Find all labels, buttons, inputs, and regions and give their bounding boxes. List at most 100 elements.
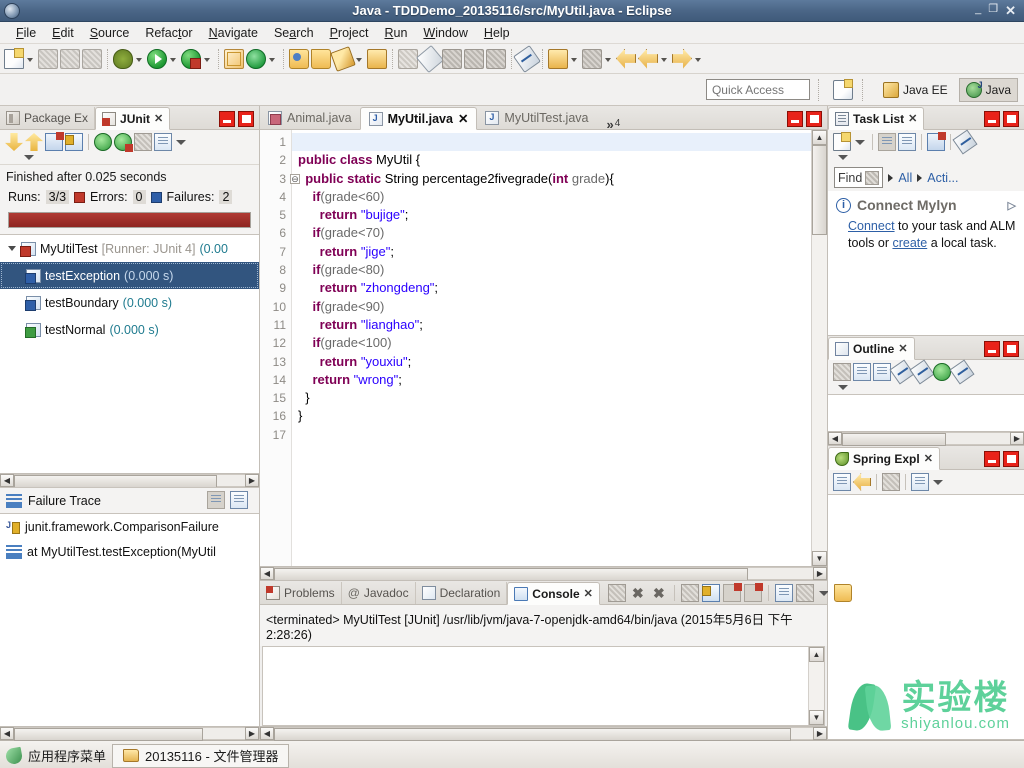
compare-result-icon[interactable]: [230, 490, 248, 509]
rerun-test-icon[interactable]: [94, 133, 112, 151]
create-link[interactable]: create: [892, 236, 927, 250]
forward-dropdown-arrow[interactable]: [693, 50, 702, 68]
spring-view-menu-chevron-down-icon[interactable]: [931, 475, 945, 489]
categorized-mode-icon[interactable]: [878, 133, 896, 151]
scroll-up-icon[interactable]: ▲: [809, 647, 824, 662]
console-vscrollbar[interactable]: ▲ ▼: [808, 647, 824, 725]
task-list-view-menu-chevron-down-icon[interactable]: [836, 150, 850, 164]
close-icon[interactable]: ✕: [154, 112, 163, 125]
junit-minimize-button[interactable]: [219, 111, 235, 127]
vscroll-thumb[interactable]: [812, 145, 827, 235]
close-icon[interactable]: ✕: [584, 587, 593, 600]
hscroll-track[interactable]: [14, 727, 245, 741]
remove-all-launches-icon[interactable]: ✖: [650, 584, 668, 602]
menu-file[interactable]: FFileile: [8, 24, 44, 42]
show-console-on-error-icon[interactable]: [743, 583, 763, 602]
annotation-dropdown-arrow[interactable]: [569, 50, 578, 68]
new-wizard-icon[interactable]: [4, 47, 24, 69]
outline-hscrollbar[interactable]: ◀ ▶: [828, 431, 1024, 446]
lock-scroll-icon[interactable]: [65, 133, 83, 151]
vscroll-track[interactable]: [809, 662, 824, 710]
menu-search[interactable]: Search: [266, 24, 322, 42]
filter-active[interactable]: Acti...: [927, 171, 958, 185]
tab-javadoc[interactable]: @ Javadoc: [342, 582, 416, 604]
editor-vscrollbar[interactable]: ▲ ▼: [811, 130, 827, 566]
green-dot-icon[interactable]: [933, 363, 951, 381]
previous-failure-icon[interactable]: [25, 133, 43, 151]
perspective-java[interactable]: Java: [958, 77, 1018, 102]
vscroll-track[interactable]: [812, 235, 827, 551]
spring-explorer-content[interactable]: [828, 494, 1024, 739]
scheduled-mode-icon[interactable]: [898, 133, 916, 151]
spring-minimize-button[interactable]: [984, 451, 1000, 467]
search-folder-icon[interactable]: [367, 48, 387, 69]
junit-view-menu-chevron-down-icon[interactable]: [22, 150, 36, 164]
scroll-left-icon[interactable]: ◀: [0, 727, 14, 740]
close-icon[interactable]: ✕: [908, 112, 917, 125]
new-task-dropdown-arrow[interactable]: [853, 135, 867, 149]
chevron-down-icon[interactable]: [6, 243, 17, 254]
hscroll-track[interactable]: [14, 474, 245, 488]
edit-icon[interactable]: [330, 45, 356, 72]
outline-minimize-button[interactable]: [984, 341, 1000, 357]
junit-test-tree[interactable]: MyUtilTest [Runner: JUnit 4] (0.00 testE…: [0, 234, 259, 473]
hscroll-track[interactable]: [274, 567, 813, 581]
quick-access-input[interactable]: [705, 79, 810, 100]
next-annotation-dropdown-arrow[interactable]: [603, 50, 612, 68]
scroll-down-icon[interactable]: ▼: [809, 710, 824, 725]
table-icon[interactable]: [464, 48, 484, 69]
console-hscrollbar[interactable]: ◀ ▶: [260, 726, 827, 741]
open-type-icon[interactable]: [289, 48, 309, 69]
taskbar-window-button[interactable]: 20135116 - 文件管理器: [112, 743, 290, 768]
junit-maximize-button[interactable]: [238, 111, 254, 127]
debug-dropdown-arrow[interactable]: [134, 50, 143, 68]
console-text-area[interactable]: [263, 647, 808, 725]
tab-problems[interactable]: Problems: [260, 582, 342, 604]
connect-link[interactable]: Connect: [848, 219, 895, 233]
show-failures-only-icon[interactable]: [45, 132, 64, 151]
scroll-down-icon[interactable]: ▼: [812, 551, 827, 566]
scroll-right-icon[interactable]: ▶: [245, 727, 259, 740]
back-dropdown-arrow[interactable]: [659, 50, 668, 68]
edit-dropdown-arrow[interactable]: [354, 50, 363, 68]
menu-source[interactable]: Source: [82, 24, 138, 42]
sort-icon[interactable]: [911, 473, 929, 491]
task-list-minimize-button[interactable]: [984, 111, 1000, 127]
scroll-left-icon[interactable]: ◀: [828, 432, 842, 445]
hscroll-thumb[interactable]: [14, 728, 204, 741]
app-menu-leaf-icon[interactable]: [4, 746, 24, 765]
refresh-icon[interactable]: [246, 48, 266, 69]
scroll-left-icon[interactable]: ◀: [260, 727, 274, 740]
tab-declaration[interactable]: Declaration: [416, 582, 508, 604]
tab-outline[interactable]: Outline ✕: [828, 337, 915, 360]
run-error-icon[interactable]: [181, 48, 201, 69]
code-editor[interactable]: 1 2 3 ⊖ 4 5 6 7 8 9 10 11 12 13 14 15 16…: [260, 130, 827, 566]
junit-toolbar-dropdown-arrow[interactable]: [174, 135, 188, 149]
rerun-failed-tests-icon[interactable]: [114, 133, 133, 152]
hscroll-track[interactable]: [274, 727, 813, 741]
menu-project[interactable]: Project: [322, 24, 377, 42]
scroll-right-icon[interactable]: ▶: [813, 727, 827, 740]
toggle-markers-icon[interactable]: [513, 44, 541, 73]
tree-row-test-boundary[interactable]: testBoundary (0.000 s): [0, 289, 259, 316]
failure-trace-hscrollbar[interactable]: ◀ ▶: [0, 726, 259, 741]
hscroll-thumb[interactable]: [842, 433, 947, 446]
hscroll-track[interactable]: [842, 432, 1010, 446]
next-failure-icon[interactable]: [5, 133, 23, 151]
minimize-button[interactable]: _: [975, 4, 981, 17]
hide-fields-icon[interactable]: [853, 363, 871, 381]
open-resource-icon[interactable]: [311, 48, 331, 69]
find-filter-icon[interactable]: [865, 170, 880, 185]
filter-stack-trace-icon[interactable]: [207, 490, 225, 509]
save-all-icon[interactable]: [60, 48, 80, 69]
menu-help[interactable]: Help: [476, 24, 518, 42]
scroll-lock-icon[interactable]: [701, 584, 720, 602]
failure-trace-row[interactable]: at MyUtilTest.testException(MyUtil: [0, 539, 259, 564]
sort-icon[interactable]: [873, 363, 891, 381]
filter-icon[interactable]: [882, 473, 900, 491]
menu-navigate[interactable]: Navigate: [201, 24, 266, 42]
view-menu-list-icon[interactable]: [154, 133, 172, 151]
failure-trace-body[interactable]: J junit.framework.ComparisonFailure at M…: [0, 513, 259, 726]
show-console-on-output-icon[interactable]: [722, 583, 742, 602]
tree-row-suite[interactable]: MyUtilTest [Runner: JUnit 4] (0.00: [0, 235, 259, 262]
